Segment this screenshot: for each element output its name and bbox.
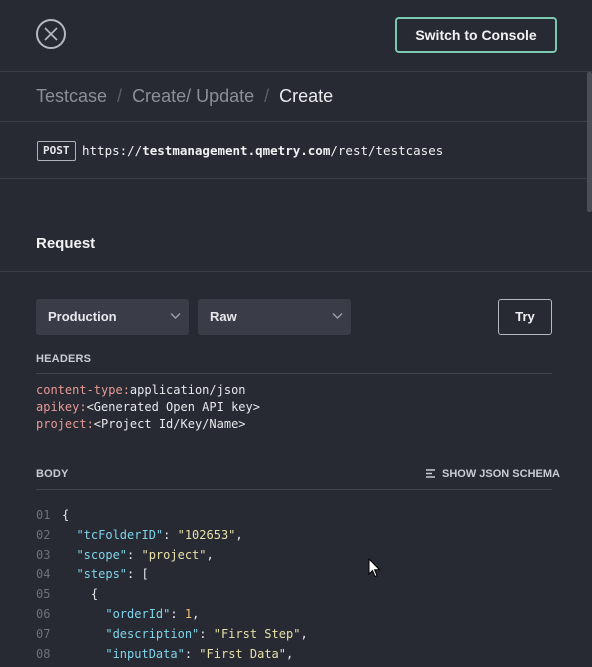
close-button[interactable]: [36, 19, 66, 49]
header-key: project:: [36, 417, 94, 431]
divider: [36, 373, 552, 374]
breadcrumb-current: Create: [279, 86, 334, 106]
method-badge: POST: [37, 141, 76, 161]
json-key: "tcFolderID": [76, 527, 164, 542]
json-value: 1: [184, 606, 193, 621]
code-line: 05 {: [36, 585, 308, 605]
header-key: apikey:: [36, 400, 87, 414]
divider: [0, 178, 592, 179]
url-host: testmanagement.qmetry.com: [142, 143, 331, 158]
json-punctuation: {: [90, 587, 99, 602]
json-punctuation: ,: [192, 606, 200, 621]
list-icon: [426, 469, 435, 478]
breadcrumb-item-create-update[interactable]: Create/ Update: [132, 86, 254, 107]
url-prefix: https://: [82, 143, 143, 158]
json-colon: :: [184, 646, 200, 661]
json-punctuation: ,: [286, 646, 294, 661]
headers-list: content-type:application/json apikey:<Ge…: [36, 382, 260, 433]
divider: [36, 489, 552, 490]
code-line: 03 "scope": "project",: [36, 546, 308, 566]
code-line: 08 "inputData": "First Data",: [36, 645, 308, 665]
code-line: 01 {: [36, 506, 308, 526]
line-number: 02: [36, 527, 51, 542]
show-json-schema-link[interactable]: SHOW JSON SCHEMA: [425, 468, 560, 480]
switch-to-console-button[interactable]: Switch to Console: [395, 17, 557, 53]
code-line: 07 "description": "First Step",: [36, 625, 308, 645]
json-colon: :: [127, 567, 142, 582]
json-value: "102653": [177, 527, 236, 542]
endpoint-url: https://testmanagement.qmetry.com/rest/t…: [82, 143, 443, 158]
json-value: "First Data": [199, 646, 286, 661]
breadcrumb-separator: /: [117, 86, 123, 106]
json-colon: :: [127, 547, 142, 562]
environment-select-value: Production: [48, 309, 117, 324]
line-number: 08: [36, 646, 51, 661]
request-title: Request: [36, 235, 96, 252]
header-row: content-type:application/json: [36, 382, 260, 399]
body-label: BODY: [36, 468, 69, 480]
json-key: "steps": [76, 567, 128, 582]
header-row: project:<Project Id/Key/Name>: [36, 416, 260, 433]
json-value: "project": [141, 547, 207, 562]
top-bar: Switch to Console: [0, 0, 592, 71]
header-value: application/json: [129, 383, 246, 397]
header-value: <Generated Open API key>: [86, 400, 260, 414]
line-number: 06: [36, 606, 51, 621]
line-number: 04: [36, 567, 51, 582]
header-key: content-type:: [36, 383, 130, 397]
json-colon: :: [163, 527, 178, 542]
divider: [0, 71, 592, 72]
line-number: 01: [36, 508, 51, 522]
json-punctuation: [: [141, 567, 149, 582]
scrollbar[interactable]: [587, 72, 592, 212]
json-key: "description": [105, 626, 200, 641]
json-key: "inputData": [105, 646, 185, 661]
breadcrumb: Testcase / Create/ Update / Create: [36, 86, 333, 108]
url-path: /rest/testcases: [330, 143, 444, 158]
format-select[interactable]: Raw: [198, 299, 351, 335]
mouse-cursor-icon: [368, 558, 381, 578]
json-colon: :: [170, 606, 185, 621]
environment-select[interactable]: Production: [36, 299, 189, 335]
divider: [0, 271, 592, 272]
json-punctuation: ,: [206, 547, 214, 562]
json-key: "scope": [76, 547, 128, 562]
headers-label: HEADERS: [36, 353, 92, 365]
code-line: 02 "tcFolderID": "102653",: [36, 526, 308, 546]
header-value: <Project Id/Key/Name>: [93, 417, 246, 431]
chevron-down-icon: [332, 313, 343, 319]
json-colon: :: [199, 626, 214, 641]
json-key: "orderId": [105, 606, 171, 621]
show-json-schema-label: SHOW JSON SCHEMA: [442, 468, 560, 480]
json-punctuation: ,: [235, 527, 243, 542]
header-row: apikey:<Generated Open API key>: [36, 399, 260, 416]
code-line: 06 "orderId": 1,: [36, 605, 308, 625]
json-body-editor[interactable]: 01{02 "tcFolderID": "102653", 03 "scope":…: [36, 506, 308, 664]
line-number: 05: [36, 587, 51, 602]
breadcrumb-item-testcase[interactable]: Testcase: [36, 86, 107, 107]
json-punctuation: {: [62, 508, 70, 522]
chevron-down-icon: [170, 313, 181, 319]
json-punctuation: ,: [300, 626, 308, 641]
line-number: 03: [36, 547, 51, 562]
format-select-value: Raw: [210, 309, 237, 324]
line-number: 07: [36, 626, 51, 641]
try-button[interactable]: Try: [498, 299, 552, 335]
divider: [0, 121, 592, 122]
close-icon: [44, 27, 58, 41]
json-value: "First Step": [213, 626, 301, 641]
breadcrumb-separator: /: [264, 86, 270, 106]
code-line: 04 "steps": [: [36, 565, 308, 585]
